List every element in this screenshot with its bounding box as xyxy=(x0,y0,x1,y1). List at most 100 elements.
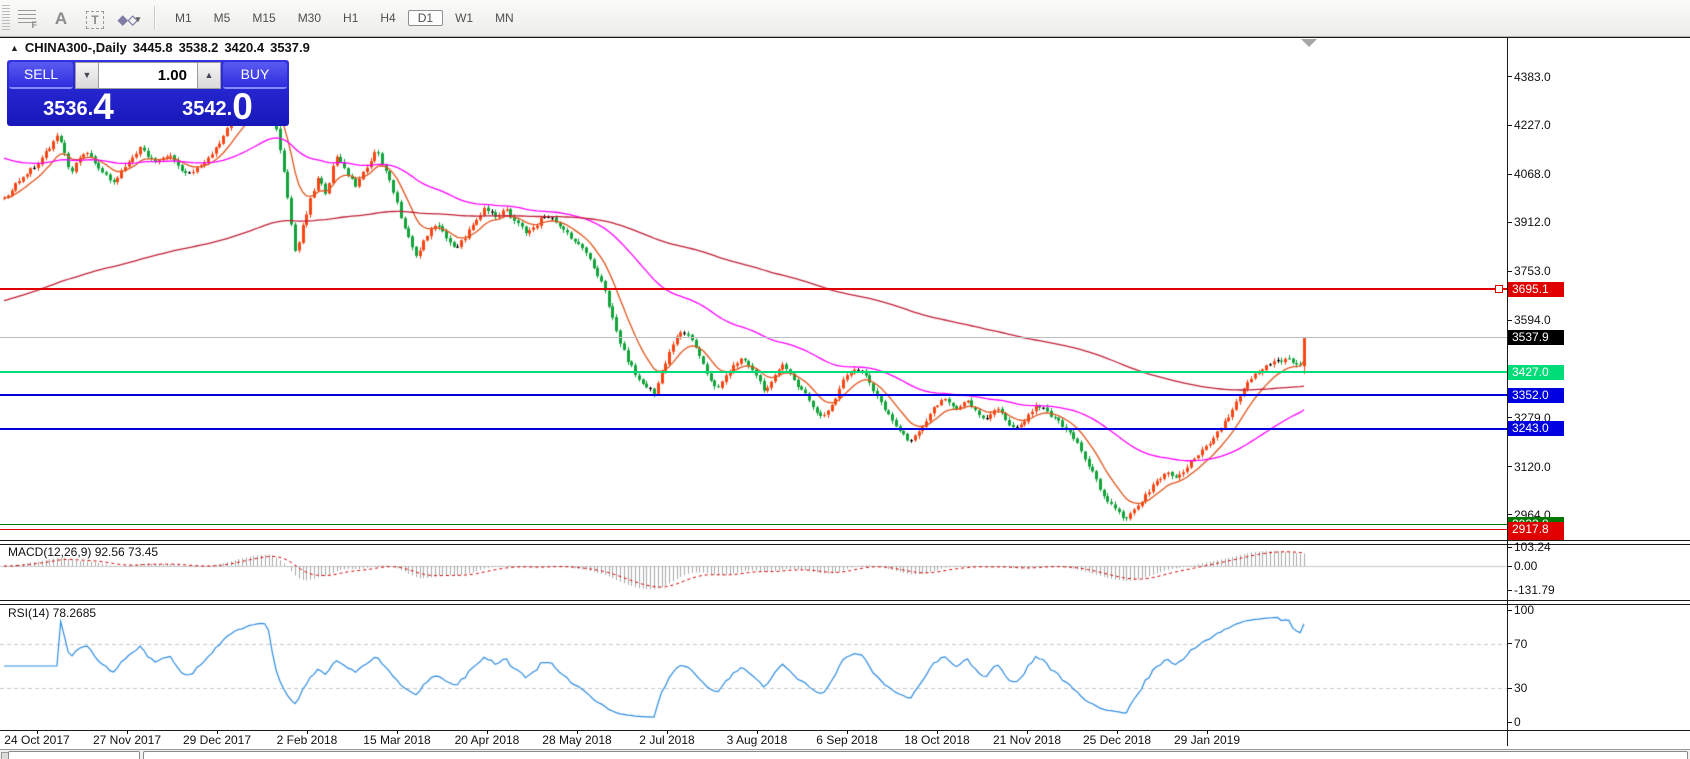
macd-tick-dash xyxy=(1507,547,1512,548)
timeframe-m15[interactable]: M15 xyxy=(242,10,285,26)
volume-decrease-button[interactable]: ▼ xyxy=(75,62,99,89)
timeframe-mn[interactable]: MN xyxy=(485,10,524,26)
date-label: 29 Dec 2017 xyxy=(183,733,251,747)
date-label: 15 Mar 2018 xyxy=(363,733,430,747)
sell-price-big-digit: 4 xyxy=(93,90,114,124)
sell-button[interactable]: SELL xyxy=(9,62,73,89)
chart-shift-marker[interactable] xyxy=(1301,39,1317,47)
price-line-2933.8[interactable] xyxy=(0,524,1507,525)
toolbar: FAT ◆◇▾ M1M5M15M30H1H4D1W1MN xyxy=(0,0,1690,37)
timeframe-buttons-group: M1M5M15M30H1H4D1W1MN xyxy=(164,7,525,30)
volume-increase-button[interactable]: ▲ xyxy=(197,62,221,89)
ohlc-open: 3445.8 xyxy=(133,40,173,55)
rsi-tick-dash xyxy=(1507,722,1512,723)
rsi-pane-separator[interactable] xyxy=(0,600,1690,605)
macd-pane-separator[interactable] xyxy=(0,540,1690,545)
buy-price[interactable]: 3542 . 0 xyxy=(148,89,287,124)
price-badge-3537.9: 3537.9 xyxy=(1508,330,1564,345)
timeframe-h1[interactable]: H1 xyxy=(333,10,368,26)
price-tick-label: 3120.0 xyxy=(1514,460,1551,474)
date-label: 18 Oct 2018 xyxy=(904,733,969,747)
price-tick-dash xyxy=(1507,222,1512,223)
macd-label: MACD(12,26,9) 92.56 73.45 xyxy=(8,545,158,559)
timeframe-m30[interactable]: M30 xyxy=(288,10,331,26)
price-tick-label: 4227.0 xyxy=(1514,118,1551,132)
drawing-tools-group: FAT ◆◇▾ xyxy=(10,4,146,33)
price-tick-dash xyxy=(1507,271,1512,272)
one-click-trade-panel: SELL ▼ 1.00 ▲ BUY 3536 . 4 3542 . 0 xyxy=(7,60,289,126)
timeframe-d1[interactable]: D1 xyxy=(408,10,443,26)
fibonacci-tool-icon[interactable]: F xyxy=(14,4,40,30)
price-tick-dash xyxy=(1507,174,1512,175)
chart-header: ▲ CHINA300-,Daily 3445.8 3538.2 3420.4 3… xyxy=(10,40,310,55)
date-label: 6 Sep 2018 xyxy=(816,733,877,747)
line-endpoint-handle[interactable] xyxy=(1495,285,1503,293)
macd-tick-label: -131.79 xyxy=(1514,583,1555,597)
price-tick-label: 3594.0 xyxy=(1514,313,1551,327)
price-tick-dash xyxy=(1507,466,1512,467)
mt4-chart-window: FAT ◆◇▾ M1M5M15M30H1H4D1W1MN ▲ CHINA300-,… xyxy=(0,0,1690,759)
price-badge-3243.0: 3243.0 xyxy=(1508,421,1564,436)
timeframe-m5[interactable]: M5 xyxy=(204,10,241,26)
text-label-tool-icon[interactable]: T xyxy=(82,7,108,33)
rsi-label: RSI(14) 78.2685 xyxy=(8,606,96,620)
date-label: 28 May 2018 xyxy=(542,733,611,747)
rsi-tick-dash xyxy=(1507,688,1512,689)
macd-tick-dash xyxy=(1507,590,1512,591)
arrow-tools-icon[interactable]: ◆◇▾ xyxy=(116,7,142,33)
chart-tab[interactable] xyxy=(8,751,140,759)
price-line-3352[interactable] xyxy=(0,394,1507,396)
timeframe-h4[interactable]: H4 xyxy=(370,10,405,26)
price-tick-label: 4068.0 xyxy=(1514,167,1551,181)
date-label: 21 Nov 2018 xyxy=(993,733,1061,747)
text-tool-icon[interactable]: A xyxy=(48,6,74,32)
ohlc-low: 3420.4 xyxy=(224,40,264,55)
macd-tick-dash xyxy=(1507,566,1512,567)
buy-price-big-digit: 0 xyxy=(232,90,253,124)
date-label: 24 Oct 2017 xyxy=(4,733,69,747)
price-line-3537.9[interactable] xyxy=(0,337,1507,338)
toolbar-grip[interactable] xyxy=(2,5,10,31)
chart-tab-area[interactable] xyxy=(143,751,1688,759)
price-line-2917.8[interactable] xyxy=(0,529,1507,530)
rsi-tick-dash xyxy=(1507,610,1512,611)
price-tick-label: 3753.0 xyxy=(1514,264,1551,278)
date-label: 2 Jul 2018 xyxy=(639,733,694,747)
rsi-tick-label: 100 xyxy=(1514,603,1534,617)
date-label: 20 Apr 2018 xyxy=(455,733,520,747)
date-label: 29 Jan 2019 xyxy=(1174,733,1240,747)
date-label: 2 Feb 2018 xyxy=(277,733,338,747)
date-label: 27 Nov 2017 xyxy=(93,733,161,747)
price-tick-label: 3912.0 xyxy=(1514,215,1551,229)
price-tick-label: 4383.0 xyxy=(1514,70,1551,84)
date-axis-separator xyxy=(0,730,1690,731)
macd-tick-label: 0.00 xyxy=(1514,559,1537,573)
price-badge-3352.0: 3352.0 xyxy=(1508,388,1564,403)
collapse-panel-icon[interactable]: ▲ xyxy=(10,43,19,53)
price-badge-2917.8: 2917.8 xyxy=(1508,522,1564,540)
buy-button[interactable]: BUY xyxy=(223,62,287,89)
price-line-3695.1[interactable] xyxy=(0,288,1507,290)
volume-input[interactable]: 1.00 xyxy=(99,62,197,89)
ohlc-high: 3538.2 xyxy=(179,40,219,55)
ohlc-close: 3537.9 xyxy=(270,40,310,55)
rsi-tick-dash xyxy=(1507,643,1512,644)
price-badge-3427.0: 3427.0 xyxy=(1508,365,1564,380)
date-label: 25 Dec 2018 xyxy=(1083,733,1151,747)
toolbar-separator xyxy=(154,6,156,30)
sell-price-main: 3536 xyxy=(43,94,88,124)
macd-tick-label: 103.24 xyxy=(1514,540,1551,554)
rsi-tick-label: 0 xyxy=(1514,715,1521,729)
price-line-3427[interactable] xyxy=(0,371,1507,373)
price-tick-dash xyxy=(1507,125,1512,126)
price-tick-dash xyxy=(1507,76,1512,77)
timeframe-w1[interactable]: W1 xyxy=(445,10,483,26)
price-tick-dash xyxy=(1507,514,1512,515)
sell-price[interactable]: 3536 . 4 xyxy=(9,89,148,124)
chart-frame-top xyxy=(0,37,1690,38)
symbol-period-label: CHINA300-,Daily xyxy=(25,40,127,55)
timeframe-m1[interactable]: M1 xyxy=(165,10,202,26)
date-label: 3 Aug 2018 xyxy=(727,733,788,747)
price-line-3243[interactable] xyxy=(0,428,1507,430)
price-tick-dash xyxy=(1507,320,1512,321)
